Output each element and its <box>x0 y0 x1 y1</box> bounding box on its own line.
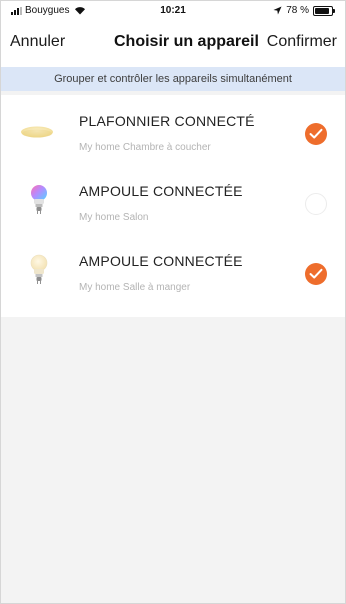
battery-percent: 78 % <box>286 5 309 16</box>
device-row[interactable]: AMPOULE CONNECTÉE My home Salle à manger <box>1 235 345 305</box>
device-name: PLAFONNIER CONNECTÉ <box>79 113 255 129</box>
cancel-button[interactable]: Annuler <box>10 33 65 51</box>
device-list: PLAFONNIER CONNECTÉ My home Chambre à co… <box>1 95 345 317</box>
device-name: AMPOULE CONNECTÉE <box>79 183 243 199</box>
checkmark-icon <box>309 268 323 279</box>
list-bottom-padding <box>1 305 345 317</box>
checkmark-icon <box>309 128 323 139</box>
color-bulb-icon <box>21 177 69 223</box>
white-bulb-icon <box>21 247 69 293</box>
location-arrow-icon <box>273 6 282 15</box>
confirm-button[interactable]: Confirmer <box>267 33 337 51</box>
device-name: AMPOULE CONNECTÉE <box>79 253 243 269</box>
device-location: My home Salle à manger <box>79 282 191 293</box>
battery-icon <box>313 5 335 16</box>
device-row[interactable]: AMPOULE CONNECTÉE My home Salon <box>1 165 345 235</box>
status-right: 78 % <box>273 5 335 16</box>
selected-checkmark[interactable] <box>305 263 327 285</box>
nav-bar: Annuler Choisir un appareil Confirmer <box>1 21 345 67</box>
page-title: Choisir un appareil <box>114 33 259 50</box>
app-frame: Bouygues 10:21 78 % Annuler Choisir un a… <box>0 0 346 604</box>
ceiling-light-icon <box>21 107 69 153</box>
selected-checkmark[interactable] <box>305 123 327 145</box>
banner-text: Grouper et contrôler les appareils simul… <box>54 73 292 85</box>
device-row[interactable]: PLAFONNIER CONNECTÉ My home Chambre à co… <box>1 95 345 165</box>
device-location: My home Salon <box>79 212 149 223</box>
device-location: My home Chambre à coucher <box>79 142 211 153</box>
unselected-checkbox[interactable] <box>305 193 327 215</box>
group-info-banner: Grouper et contrôler les appareils simul… <box>1 67 345 91</box>
status-bar: Bouygues 10:21 78 % <box>1 1 345 21</box>
